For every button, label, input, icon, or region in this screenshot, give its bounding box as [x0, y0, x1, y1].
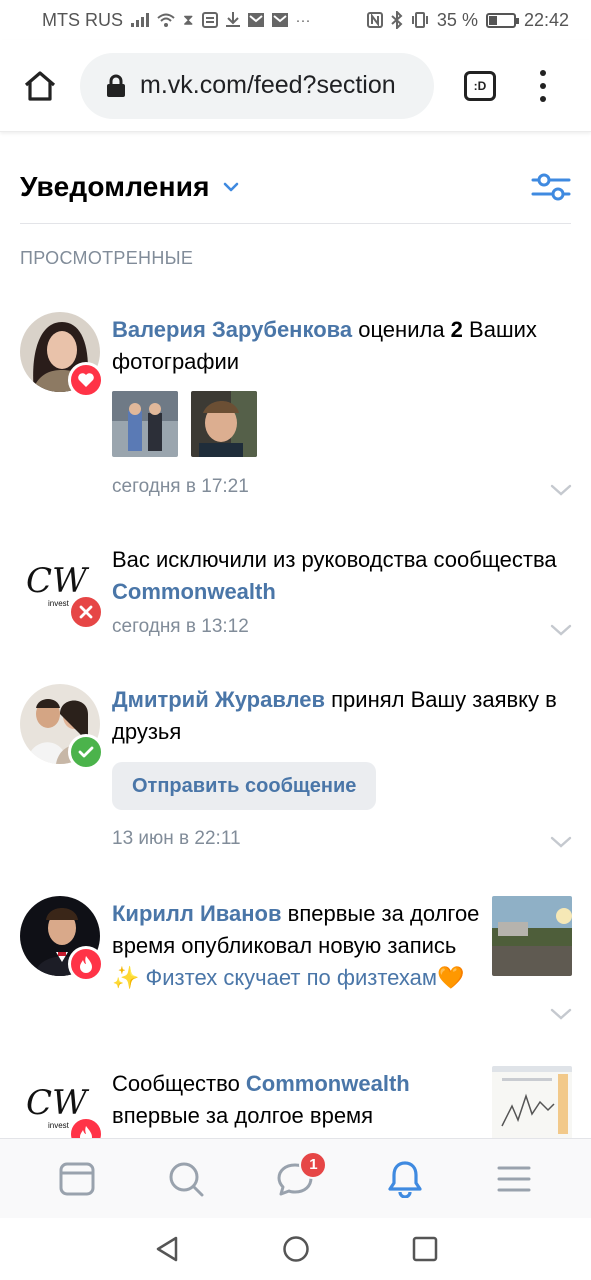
group-link[interactable]: Commonwealth [246, 1071, 410, 1096]
home-button[interactable] [18, 64, 62, 108]
tab-notifications[interactable] [365, 1149, 445, 1209]
bell-icon [388, 1160, 422, 1198]
chevron-down-icon[interactable] [550, 836, 572, 848]
notification-text: Валерия Зарубенкова оценила 2 Ваших фото… [112, 314, 582, 378]
tab-messages[interactable]: 1 [255, 1149, 335, 1209]
svg-text:invest: invest [48, 1121, 70, 1130]
messages-badge: 1 [299, 1150, 328, 1179]
group-link[interactable]: Commonwealth [112, 579, 276, 604]
fire-icon [68, 1116, 104, 1138]
liked-photos [112, 391, 257, 457]
text-fragment: впервые за долгое время [112, 1103, 374, 1128]
status-bar: MTS RUS ⧗ ··· 35 % 22:42 [0, 0, 591, 40]
notification-item[interactable]: CW invest Сообщество Commonwealth впервы… [0, 1066, 591, 1138]
mail-icon [271, 13, 288, 27]
dot [540, 69, 546, 76]
section-label: ПРОСМОТРЕННЫЕ [20, 248, 194, 268]
mail-icon [247, 13, 264, 27]
text-fragment: Сообщество [112, 1071, 246, 1096]
bottom-navigation: 1 [0, 1138, 591, 1218]
notification-text: Дмитрий Журавлев принял Вашу заявку в др… [112, 684, 582, 748]
user-link[interactable]: Валерия Зарубенкова [112, 317, 352, 342]
chevron-down-icon[interactable] [550, 1008, 572, 1020]
cross-icon [68, 594, 104, 630]
dot [540, 95, 546, 102]
notification-text: Кирилл Иванов впервые за долгое время оп… [112, 898, 484, 994]
text-fragment: оценила [352, 317, 451, 342]
home-icon [24, 70, 56, 101]
photo-thumbnail[interactable] [112, 391, 178, 457]
more-icon: ··· [295, 11, 311, 29]
timestamp: сегодня в 17:21 [112, 476, 249, 497]
sparkles-icon: ✨ [112, 965, 140, 990]
tab-search[interactable] [146, 1149, 226, 1209]
newsfeed-icon [59, 1162, 95, 1195]
orange-heart-icon: 🧡 [437, 965, 465, 990]
user-link[interactable]: Кирилл Иванов [112, 901, 282, 926]
bluetooth-icon [391, 11, 403, 29]
heart-icon [68, 362, 104, 398]
chevron-down-icon[interactable] [550, 624, 572, 636]
count: 2 [450, 317, 463, 342]
recents-icon[interactable] [412, 1236, 438, 1262]
text-fragment: Вас исключили из руководства сообщества [112, 547, 557, 572]
browser-toolbar: m.vk.com/feed?section :D [0, 40, 591, 132]
back-icon[interactable] [154, 1235, 180, 1263]
avatar[interactable]: CW invest [20, 1066, 104, 1138]
tab-news[interactable] [37, 1149, 117, 1209]
notification-item[interactable]: CW invest Вас исключили из руководства с… [0, 544, 591, 654]
avatar[interactable] [20, 896, 104, 982]
nfc-icon [366, 12, 383, 28]
notification-item[interactable]: Кирилл Иванов впервые за долгое время оп… [0, 896, 591, 1036]
avatar[interactable] [20, 312, 104, 398]
carrier-name: MTS RUS [42, 9, 123, 30]
home-circle-icon[interactable] [282, 1235, 310, 1263]
user-link[interactable]: Дмитрий Журавлев [112, 687, 325, 712]
filter-settings-icon[interactable] [531, 171, 571, 203]
page-title[interactable]: Уведомления [20, 171, 210, 203]
notification-text: Вас исключили из руководства сообщества … [112, 544, 582, 608]
battery-percent: 35 % [436, 9, 478, 30]
clock: 22:42 [523, 9, 569, 30]
wifi-icon [157, 13, 175, 27]
svg-text:invest: invest [48, 599, 70, 608]
url-text: m.vk.com/feed?section [140, 71, 396, 99]
battery-icon [485, 12, 519, 28]
post-thumbnail[interactable] [492, 1066, 572, 1138]
lock-icon [107, 74, 125, 97]
system-navigation-bar [0, 1218, 591, 1280]
timestamp: 13 июн в 22:11 [112, 828, 241, 849]
address-bar[interactable]: m.vk.com/feed?section [80, 52, 434, 119]
post-thumbnail[interactable] [492, 896, 572, 976]
search-icon [169, 1162, 204, 1196]
send-message-button[interactable]: Отправить сообщение [112, 762, 377, 810]
signal-icon [131, 13, 149, 27]
tab-switcher-label: :D [473, 78, 487, 93]
notification-item[interactable]: Дмитрий Журавлев принял Вашу заявку в др… [0, 684, 591, 854]
hourglass-icon: ⧗ [183, 11, 194, 29]
fire-icon [68, 946, 104, 982]
dot [540, 82, 546, 89]
avatar[interactable]: CW invest [20, 544, 104, 630]
notification-text: Сообщество Commonwealth впервые за долго… [112, 1068, 484, 1132]
browser-menu-button[interactable] [538, 69, 548, 102]
hamburger-menu-icon [497, 1166, 531, 1191]
photo-thumbnail[interactable] [191, 391, 257, 457]
avatar[interactable] [20, 684, 104, 770]
post-link[interactable]: Физтех скучает по физтехам [139, 965, 438, 990]
tab-switcher-button[interactable]: :D [464, 70, 496, 101]
tab-menu[interactable] [474, 1149, 554, 1209]
chevron-down-icon[interactable] [222, 178, 240, 196]
vibrate-icon [411, 12, 428, 28]
timestamp: сегодня в 13:12 [112, 616, 249, 637]
chevron-down-icon[interactable] [550, 484, 572, 496]
download-icon [225, 12, 240, 27]
notification-icon [201, 12, 218, 28]
page-header: Уведомления [20, 150, 571, 224]
check-icon [68, 734, 104, 770]
notification-item[interactable]: Валерия Зарубенкова оценила 2 Ваших фото… [0, 312, 591, 512]
